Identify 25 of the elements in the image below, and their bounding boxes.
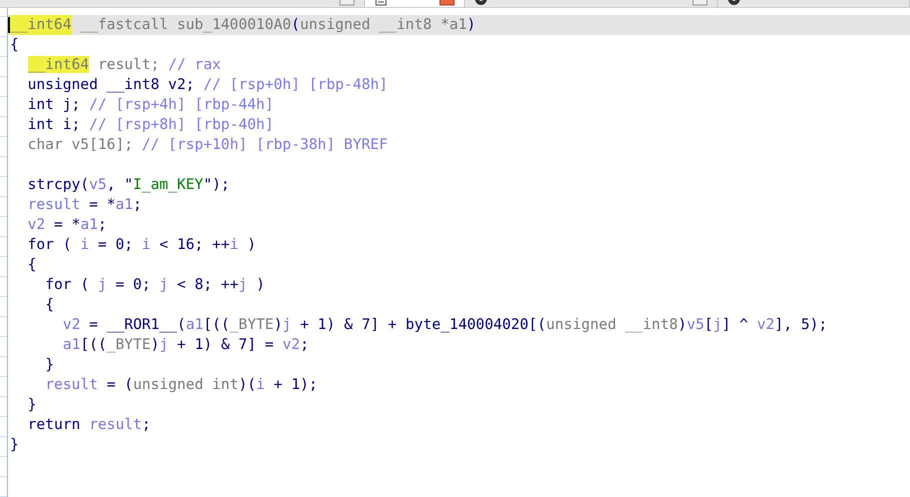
code-line: } <box>44 355 55 375</box>
code-line: result = *a1; <box>26 195 143 215</box>
code-line: a1[((_BYTE)j + 1) & 7] = v2; <box>62 335 310 355</box>
code-line: } <box>26 395 38 415</box>
close-icon[interactable] <box>440 0 454 6</box>
code-line: { <box>26 255 38 275</box>
code-line: { <box>9 35 20 55</box>
code-line: } <box>9 435 20 455</box>
tab[interactable] <box>718 0 910 7</box>
code-line: for ( j = 0; j < 8; ++j ) <box>44 275 266 295</box>
code-line: v2 = __ROR1__(a1[((_BYTE)j + 1) & 7] + byte_140004020[(unsigned __int8)v5[j] ^ v2], 5); <box>62 315 828 335</box>
code-line: strcpy(v5, "I_am_KEY"); <box>26 175 231 195</box>
code-line: return result; <box>26 415 152 435</box>
code-line: result = (unsigned int)(i + 1); <box>44 375 319 395</box>
code-line: unsigned __int8 v2; // [rsp+0h] [rbp-48h] <box>26 75 389 95</box>
code-line: int i; // [rsp+8h] [rbp-40h] <box>26 115 275 135</box>
code-line: int j; // [rsp+4h] [rbp-44h] <box>26 95 275 115</box>
document-icon[interactable] <box>375 0 387 6</box>
code-line: for ( i = 0; i < 16; ++i ) <box>26 235 258 255</box>
tab[interactable] <box>465 0 718 7</box>
code-line: char v5[16]; // [rsp+10h] [rbp-38h] BYREF <box>26 135 389 155</box>
code-line: v2 = *a1; <box>26 215 108 235</box>
tab[interactable] <box>365 0 465 7</box>
code-line: { <box>44 295 55 315</box>
text-cursor <box>8 17 10 33</box>
